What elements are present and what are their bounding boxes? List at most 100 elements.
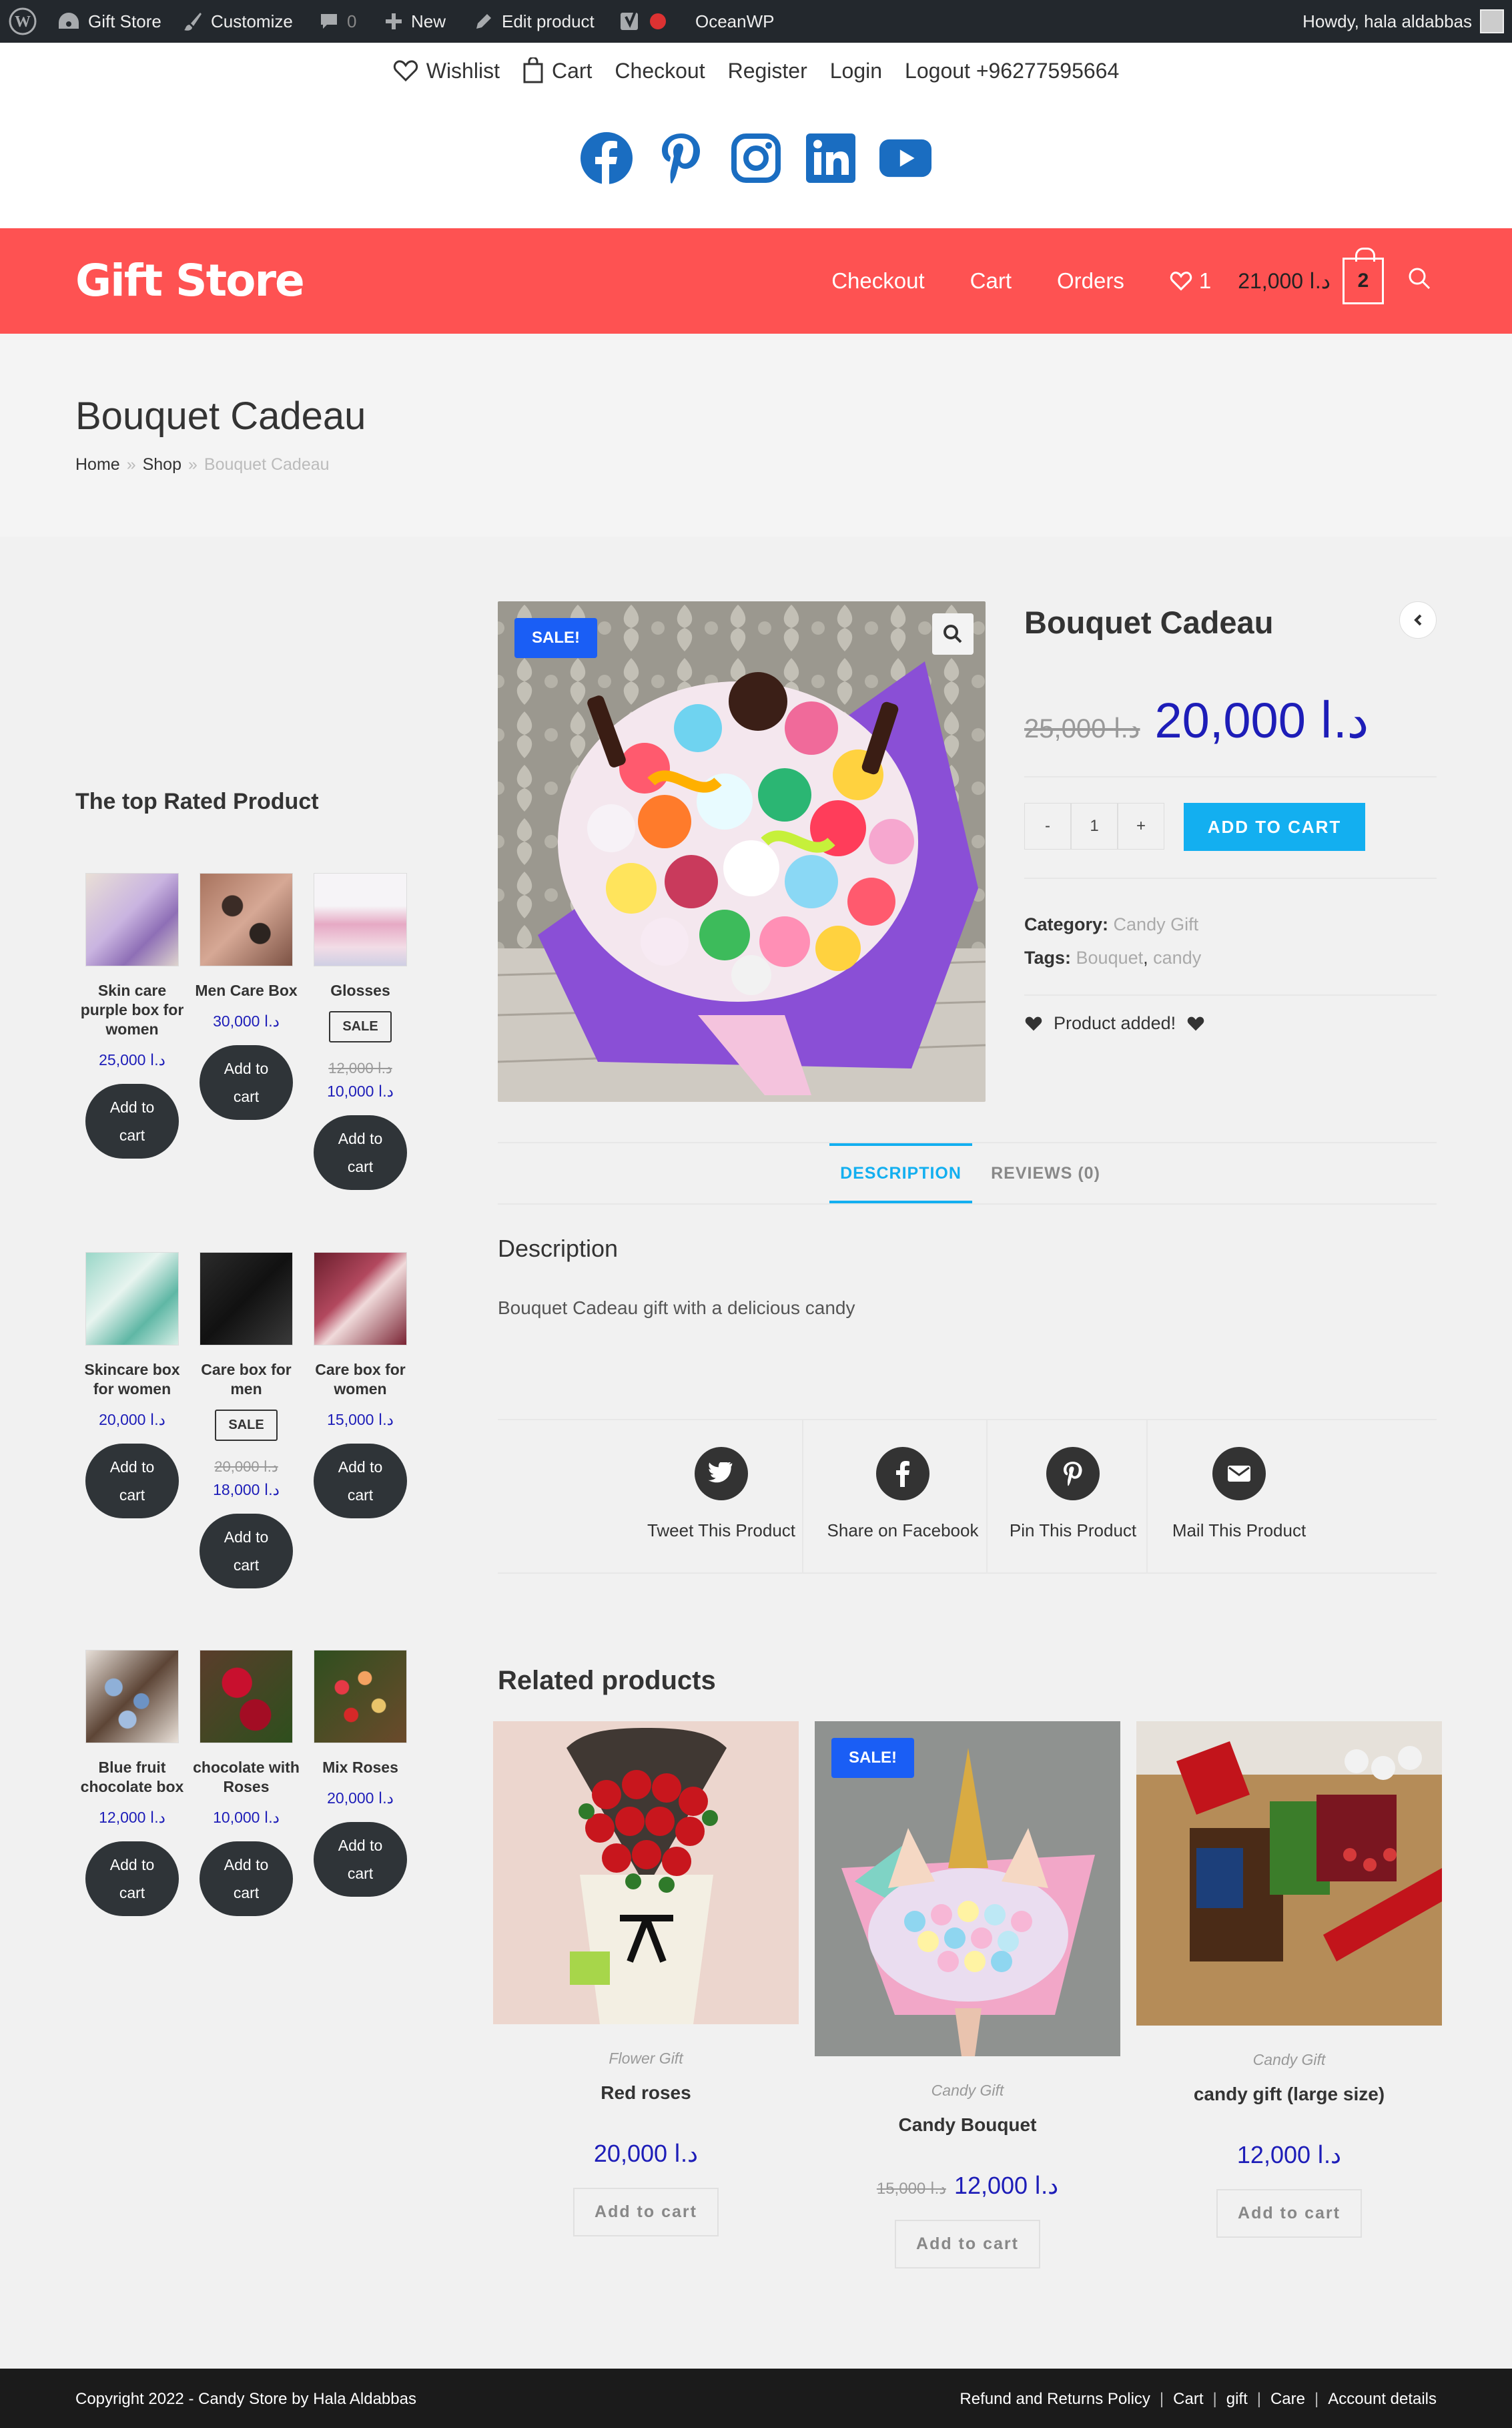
youtube-icon[interactable] (879, 132, 931, 184)
product-name[interactable]: Skin care purple box for women (75, 981, 189, 1039)
main-nav: Checkout Cart Orders 1 21,000 د.ا 2 (786, 228, 1431, 334)
add-to-cart-button[interactable]: Add to cart (314, 1444, 407, 1518)
breadcrumb-shop[interactable]: Shop (143, 455, 181, 474)
tag-link[interactable]: Bouquet (1076, 948, 1144, 968)
product-thumbnail[interactable] (200, 1252, 293, 1345)
nav-cart[interactable]: Cart (970, 268, 1012, 294)
product-thumbnail[interactable] (85, 1650, 179, 1743)
product-name[interactable]: Care box for men (190, 1360, 303, 1399)
top-menu-logout[interactable]: Logout +96277595664 (905, 59, 1119, 83)
zoom-icon[interactable] (932, 613, 974, 655)
previous-product-button[interactable] (1399, 601, 1437, 639)
product-thumbnail[interactable] (85, 873, 179, 966)
top-menu-register[interactable]: Register (728, 59, 807, 83)
add-to-cart-button[interactable]: Add to cart (200, 1045, 293, 1120)
search-icon[interactable] (1408, 267, 1431, 295)
share-email-label: Mail This Product (1172, 1520, 1306, 1540)
product-thumbnail[interactable]: SALE! (815, 1721, 1120, 2056)
pencil-icon (476, 14, 491, 29)
breadcrumb-home[interactable]: Home (75, 455, 120, 474)
linkedin-icon[interactable] (805, 132, 857, 184)
quantity-plus-button[interactable]: + (1118, 803, 1164, 850)
product-thumbnail[interactable] (1136, 1721, 1442, 2026)
product-thumbnail[interactable] (200, 1650, 293, 1743)
facebook-icon[interactable] (581, 132, 633, 184)
nav-checkout[interactable]: Checkout (831, 268, 924, 294)
add-to-cart-button[interactable]: Add to cart (1216, 2189, 1362, 2238)
footer-link-account[interactable]: Account details (1328, 2390, 1437, 2409)
add-to-cart-button[interactable]: Add to cart (200, 1514, 293, 1588)
wordpress-logo-icon[interactable]: W (8, 0, 37, 43)
related-products-title: Related products (498, 1666, 716, 1695)
tab-reviews[interactable]: REVIEWS (0) (989, 1143, 1102, 1203)
product-category[interactable]: Flower Gift (493, 2050, 799, 2068)
add-to-cart-button[interactable]: Add to cart (895, 2220, 1040, 2268)
tag-link[interactable]: candy (1153, 948, 1201, 968)
instagram-icon[interactable] (730, 132, 782, 184)
product-thumbnail[interactable] (314, 1650, 407, 1743)
product-category[interactable]: Candy Gift (815, 2082, 1120, 2100)
product-price: 15,000 د.ا (327, 1411, 394, 1428)
product-name[interactable]: Candy Bouquet (815, 2114, 1120, 2136)
heart-icon[interactable] (1186, 1015, 1205, 1032)
admin-comments-link[interactable]: 0 (319, 0, 356, 43)
nav-wishlist[interactable]: 1 (1170, 268, 1211, 294)
breadcrumb-current: Bouquet Cadeau (204, 455, 330, 474)
footer-link-refund[interactable]: Refund and Returns Policy (960, 2390, 1150, 2409)
tab-description[interactable]: DESCRIPTION (829, 1143, 972, 1203)
nav-orders[interactable]: Orders (1057, 268, 1124, 294)
product-name[interactable]: Skincare box for women (75, 1360, 189, 1399)
product-sale-price: 12,000 د.ا (1236, 2141, 1342, 2168)
product-thumbnail[interactable] (85, 1252, 179, 1345)
add-to-cart-button[interactable]: Add to cart (314, 1115, 407, 1190)
product-name[interactable]: Care box for women (304, 1360, 417, 1399)
product-name[interactable]: Blue fruit chocolate box (75, 1758, 189, 1797)
product-name[interactable]: Men Care Box (190, 981, 303, 1000)
quantity-minus-button[interactable]: - (1024, 803, 1071, 850)
add-to-cart-button[interactable]: Add to cart (85, 1084, 179, 1159)
product-thumbnail[interactable] (314, 1252, 407, 1345)
add-to-cart-button[interactable]: Add to cart (200, 1841, 293, 1916)
admin-new-link[interactable]: New (384, 0, 446, 43)
category-link[interactable]: Candy Gift (1114, 914, 1199, 934)
product-name[interactable]: chocolate with Roses (190, 1758, 303, 1797)
product-category[interactable]: Candy Gift (1136, 2051, 1442, 2069)
share-facebook[interactable]: Share on Facebook (818, 1420, 988, 1572)
add-to-cart-button[interactable]: Add to cart (85, 1841, 179, 1916)
admin-seo-menu[interactable] (619, 0, 666, 43)
product-name[interactable]: candy gift (large size) (1136, 2084, 1442, 2105)
add-to-cart-button[interactable]: Add to cart (314, 1822, 407, 1897)
top-menu-wishlist[interactable]: Wishlist (393, 59, 500, 83)
share-email[interactable]: Mail This Product (1162, 1420, 1316, 1572)
product-thumbnail[interactable] (200, 873, 293, 966)
sidebar-product: Men Care Box 30,000 د.ا Add to cart (190, 873, 303, 1120)
pinterest-icon[interactable] (655, 132, 707, 184)
product-image[interactable]: SALE! (498, 601, 986, 1102)
add-to-cart-button[interactable]: Add to cart (85, 1444, 179, 1518)
nav-cart-total[interactable]: 21,000 د.ا 2 (1238, 248, 1384, 304)
product-thumbnail[interactable] (493, 1721, 799, 2024)
footer-link-cart[interactable]: Cart (1173, 2390, 1203, 2409)
product-name[interactable]: Mix Roses (304, 1758, 417, 1777)
top-menu-cart[interactable]: Cart (522, 57, 592, 84)
add-to-cart-button[interactable]: ADD TO CART (1184, 803, 1365, 851)
site-logo[interactable]: Gift Store (75, 255, 305, 306)
top-menu-checkout[interactable]: Checkout (615, 59, 705, 83)
admin-edit-product-link[interactable]: Edit product (474, 0, 595, 43)
admin-customize-link[interactable]: Customize (183, 0, 293, 43)
admin-account-menu[interactable]: Howdy, hala aldabbas (1302, 0, 1504, 43)
wishlist-count: 1 (1198, 268, 1212, 293)
quantity-input[interactable]: 1 (1071, 803, 1118, 850)
top-menu-login[interactable]: Login (830, 59, 882, 83)
product-name[interactable]: Glosses (304, 981, 417, 1000)
product-thumbnail[interactable] (314, 873, 407, 966)
admin-theme-link[interactable]: OceanWP (695, 0, 775, 43)
share-pinterest[interactable]: Pin This Product (1002, 1420, 1144, 1572)
footer-link-gift[interactable]: gift (1226, 2390, 1248, 2409)
add-to-cart-button[interactable]: Add to cart (573, 2188, 719, 2236)
product-price: 20,000 د.ا (493, 2140, 799, 2168)
admin-site-link[interactable]: Gift Store (57, 0, 161, 43)
footer-link-care[interactable]: Care (1270, 2390, 1305, 2409)
product-name[interactable]: Red roses (493, 2082, 799, 2104)
share-twitter[interactable]: Tweet This Product (637, 1420, 806, 1572)
